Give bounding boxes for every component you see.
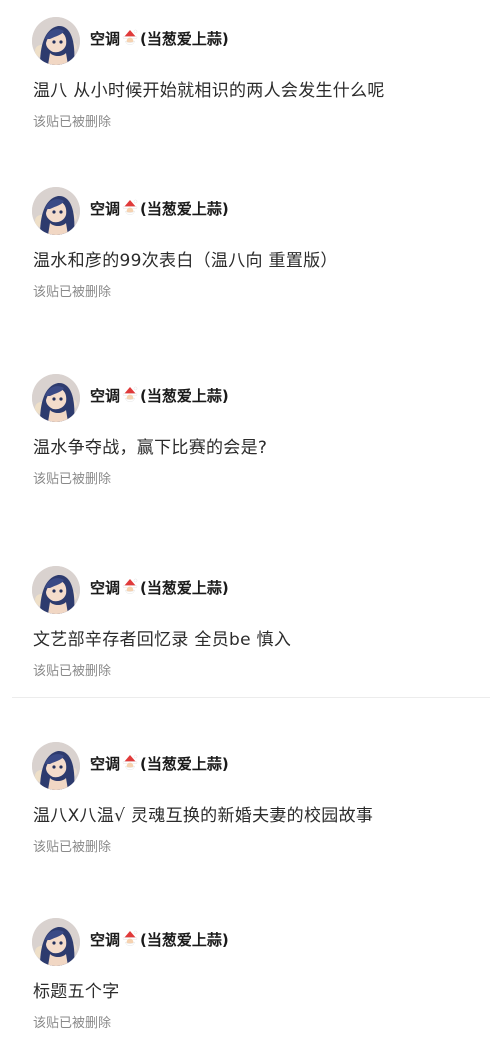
username-suffix: (当葱爱上蒜): [140, 200, 229, 218]
post-title[interactable]: 温水争夺战，赢下比赛的会是?: [33, 436, 267, 460]
username-suffix: (当葱爱上蒜): [140, 30, 229, 48]
username-text: 空调: [90, 200, 121, 218]
post-title[interactable]: 标题五个字: [33, 980, 120, 1004]
post-title[interactable]: 文艺部辛存者回忆录 全员be 慎入: [33, 628, 291, 652]
username-suffix: (当葱爱上蒜): [140, 931, 229, 949]
username[interactable]: 空调 (当葱爱上蒜): [90, 930, 229, 950]
avatar[interactable]: [32, 187, 80, 235]
username-text: 空调: [90, 755, 121, 773]
username[interactable]: 空调 (当葱爱上蒜): [90, 578, 229, 598]
avatar[interactable]: [32, 17, 80, 65]
username-suffix: (当葱爱上蒜): [140, 755, 229, 773]
santa-icon: [122, 578, 138, 594]
username[interactable]: 空调 (当葱爱上蒜): [90, 199, 229, 219]
username[interactable]: 空调 (当葱爱上蒜): [90, 386, 229, 406]
santa-icon: [122, 29, 138, 45]
santa-icon: [122, 930, 138, 946]
post-status: 该贴已被删除: [33, 285, 112, 300]
post-status: 该贴已被删除: [33, 1016, 112, 1031]
post-status: 该贴已被删除: [33, 664, 112, 679]
username-text: 空调: [90, 30, 121, 48]
post-status: 该贴已被删除: [33, 115, 112, 130]
username-suffix: (当葱爱上蒜): [140, 387, 229, 405]
avatar[interactable]: [32, 566, 80, 614]
avatar[interactable]: [32, 742, 80, 790]
avatar[interactable]: [32, 918, 80, 966]
post-title[interactable]: 温八X八温√ 灵魂互换的新婚夫妻的校园故事: [33, 804, 373, 828]
username-text: 空调: [90, 387, 121, 405]
post-status: 该贴已被删除: [33, 472, 112, 487]
username-text: 空调: [90, 931, 121, 949]
username-suffix: (当葱爱上蒜): [140, 579, 229, 597]
username-text: 空调: [90, 579, 121, 597]
divider: [12, 697, 490, 698]
username[interactable]: 空调 (当葱爱上蒜): [90, 754, 229, 774]
username[interactable]: 空调 (当葱爱上蒜): [90, 29, 229, 49]
avatar[interactable]: [32, 374, 80, 422]
santa-icon: [122, 386, 138, 402]
post-status: 该贴已被删除: [33, 840, 112, 855]
santa-icon: [122, 754, 138, 770]
santa-icon: [122, 199, 138, 215]
post-title[interactable]: 温水和彦的99次表白（温八向 重置版）: [33, 249, 338, 273]
post-title[interactable]: 温八 从小时候开始就相识的两人会发生什么呢: [33, 79, 385, 103]
